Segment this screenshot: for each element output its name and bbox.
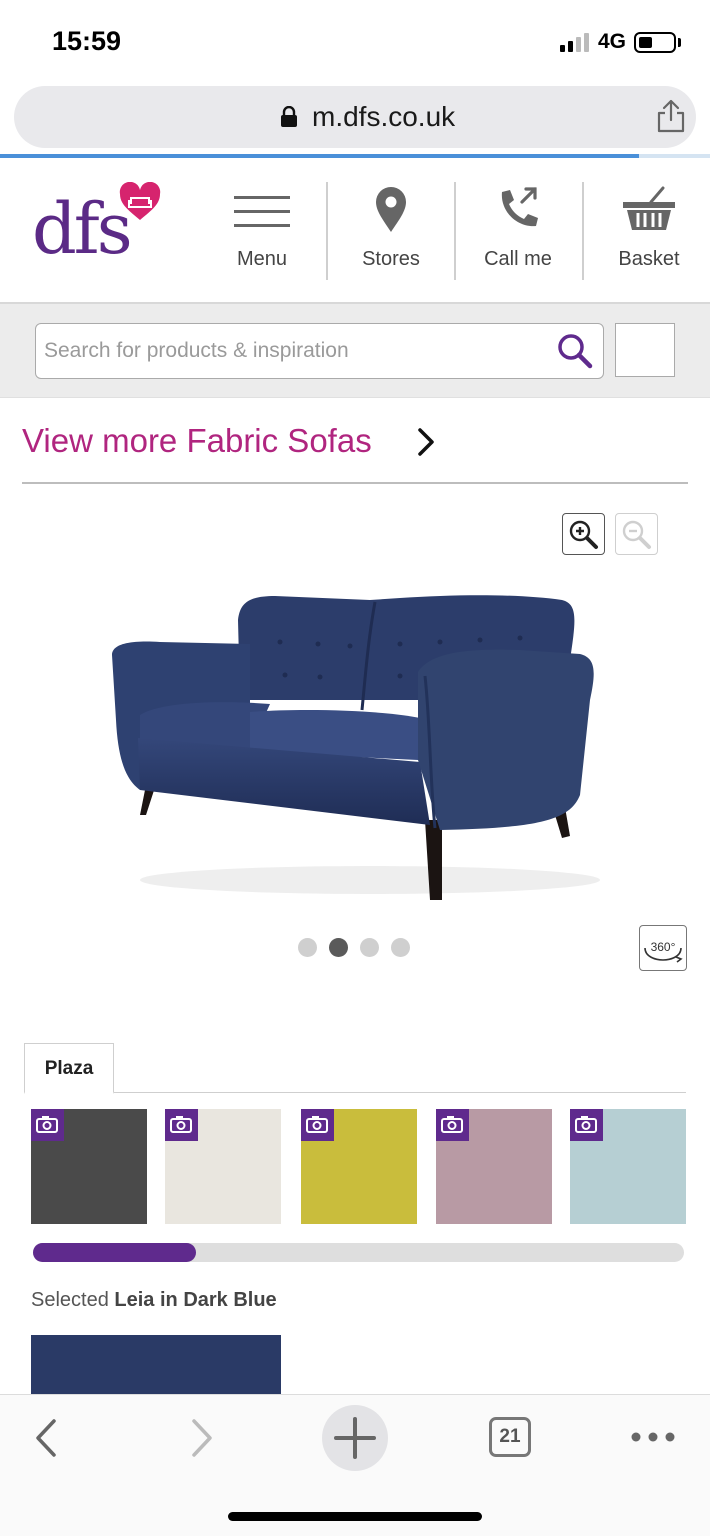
search-strip	[0, 304, 710, 398]
view-360-button[interactable]: 360°	[639, 925, 687, 971]
more-options-icon[interactable]	[628, 1429, 678, 1445]
camera-icon[interactable]	[301, 1109, 334, 1141]
status-bar: 15:59 4G	[0, 0, 710, 80]
search-icon[interactable]	[556, 332, 594, 370]
fabric-swatch-blush[interactable]	[436, 1109, 552, 1224]
chevron-right-icon	[418, 428, 434, 456]
search-input[interactable]	[44, 332, 544, 370]
back-icon[interactable]	[30, 1417, 64, 1459]
fabric-swatch-duck-egg[interactable]	[570, 1109, 686, 1224]
new-tab-button[interactable]	[322, 1405, 388, 1471]
stores-button[interactable]: Stores	[329, 180, 453, 280]
carousel-dot[interactable]	[360, 938, 379, 957]
basket-icon	[623, 186, 675, 230]
fabric-swatch-cream[interactable]	[165, 1109, 281, 1224]
basket-button[interactable]: Basket	[587, 180, 710, 280]
logo-text: dfs	[32, 188, 133, 270]
map-pin-icon	[376, 187, 406, 232]
view-more-link[interactable]: View more Fabric Sofas	[22, 420, 688, 484]
search-box	[35, 323, 604, 379]
basket-label: Basket	[618, 248, 680, 270]
heart-sofa-logo-icon	[119, 182, 161, 220]
call-me-button[interactable]: Call me	[456, 180, 580, 280]
camera-icon[interactable]	[436, 1109, 469, 1141]
swatch-scrollbar-thumb[interactable]	[33, 1243, 196, 1262]
carousel-dot[interactable]	[329, 938, 348, 957]
camera-icon[interactable]	[165, 1109, 198, 1141]
swatch-scrollbar[interactable]	[33, 1243, 684, 1262]
dfs-logo[interactable]: dfs	[30, 182, 170, 272]
selected-fabric-swatch	[31, 1335, 281, 1395]
tab-plaza[interactable]: Plaza	[24, 1043, 114, 1094]
menu-button[interactable]: Menu	[200, 180, 324, 280]
zoom-in-icon	[569, 520, 598, 549]
zoom-out-icon	[622, 520, 651, 549]
fabric-tab-row: Plaza	[24, 1043, 686, 1094]
network-label: 4G	[598, 30, 627, 53]
battery-icon	[634, 32, 676, 53]
phone-callback-icon	[501, 187, 538, 227]
share-icon[interactable]	[654, 98, 688, 134]
signal-strength-icon	[560, 32, 592, 52]
site-header: dfs Menu Stores Call me Basket	[0, 158, 710, 304]
zoom-in-button[interactable]	[562, 513, 605, 555]
menu-label: Menu	[236, 248, 288, 270]
rotate-360-icon: 360°	[644, 940, 683, 963]
view-more-label: View more Fabric Sofas	[22, 422, 372, 459]
selected-fabric-name: Leia in Dark Blue	[114, 1289, 277, 1311]
status-time: 15:59	[52, 26, 122, 56]
search-extra-box[interactable]	[615, 323, 675, 377]
fabric-swatch-charcoal[interactable]	[31, 1109, 147, 1224]
carousel-dot[interactable]	[298, 938, 317, 957]
svg-text:360°: 360°	[651, 940, 676, 954]
zoom-out-button[interactable]	[615, 513, 658, 555]
hamburger-icon	[234, 196, 290, 227]
lock-icon	[281, 106, 297, 127]
url-text: m.dfs.co.uk	[312, 101, 456, 132]
call-me-label: Call me	[484, 248, 552, 270]
fabric-swatch-mustard[interactable]	[301, 1109, 417, 1224]
plus-icon	[334, 1417, 376, 1459]
selected-fabric-text: Selected Leia in Dark Blue	[31, 1289, 277, 1312]
forward-icon[interactable]	[184, 1417, 218, 1459]
address-bar[interactable]: m.dfs.co.uk	[14, 86, 696, 148]
stores-label: Stores	[362, 248, 420, 270]
carousel-dot[interactable]	[391, 938, 410, 957]
tab-count-button[interactable]: 21	[489, 1417, 531, 1457]
nav-divider	[326, 182, 328, 280]
nav-divider	[582, 182, 584, 280]
camera-icon[interactable]	[570, 1109, 603, 1141]
camera-icon[interactable]	[31, 1109, 64, 1141]
home-indicator	[228, 1512, 482, 1521]
product-image-sofa[interactable]	[100, 580, 610, 910]
selected-prefix: Selected	[31, 1289, 109, 1311]
